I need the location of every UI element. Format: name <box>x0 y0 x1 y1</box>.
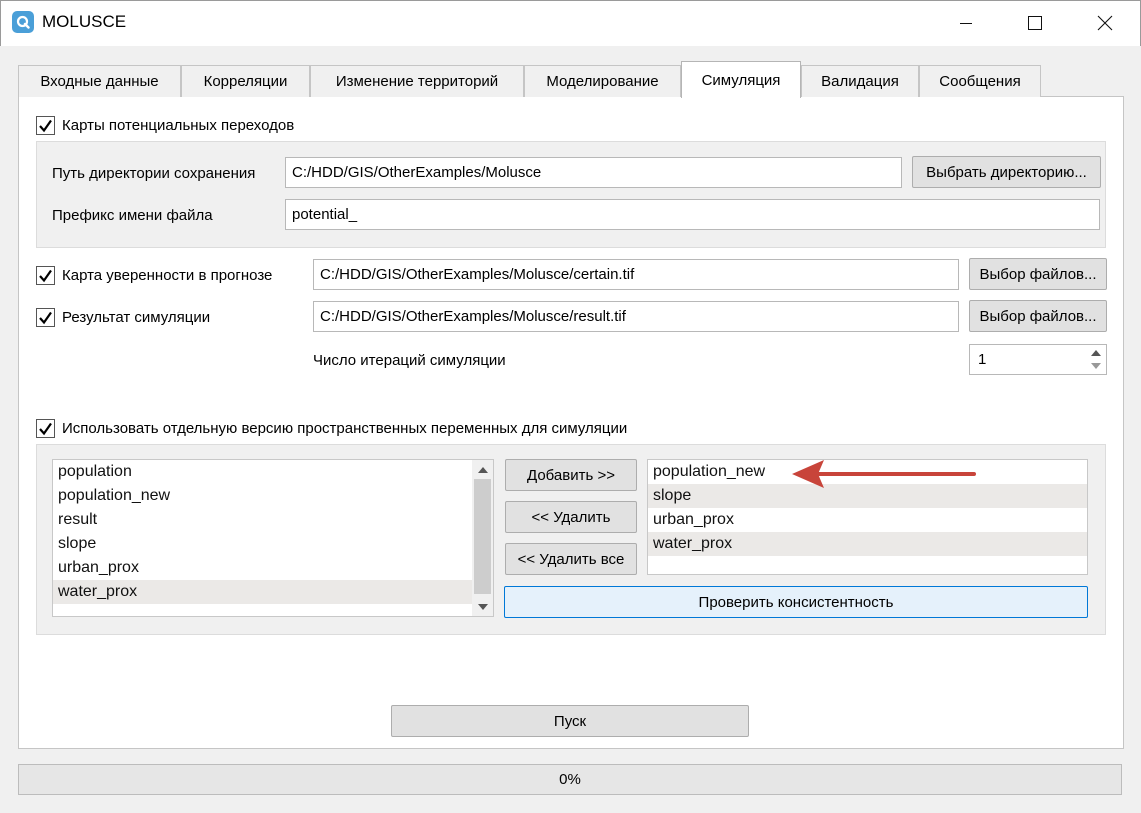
progress-text: 0% <box>559 771 581 788</box>
iterations-label: Число итераций симуляции <box>313 352 506 369</box>
spin-down-button[interactable] <box>1087 360 1105 373</box>
available-var-item[interactable]: population_new <box>53 484 493 508</box>
available-var-item[interactable]: slope <box>53 532 493 556</box>
triangle-down-icon <box>477 603 488 610</box>
separate-vars-checkbox[interactable] <box>36 419 55 438</box>
available-var-item[interactable]: population <box>53 460 493 484</box>
triangle-down-icon <box>1091 363 1101 369</box>
certainty-map-checkbox[interactable] <box>36 266 55 285</box>
tab-input-data[interactable]: Входные данные <box>18 65 181 97</box>
scroll-up-button[interactable] <box>472 460 493 478</box>
remove-var-button[interactable]: << Удалить <box>505 501 637 533</box>
result-browse-button[interactable]: Выбор файлов... <box>969 300 1107 332</box>
check-consistency-button[interactable]: Проверить консистентность <box>504 586 1088 618</box>
selected-var-item[interactable]: urban_prox <box>648 508 1087 532</box>
add-var-button[interactable]: Добавить >> <box>505 459 637 491</box>
available-vars-list[interactable]: population population_new result slope urban… <box>52 459 494 617</box>
run-button[interactable]: Пуск <box>391 705 749 737</box>
triangle-up-icon <box>477 466 488 473</box>
available-var-item[interactable]: result <box>53 508 493 532</box>
tab-label: Входные данные <box>40 73 159 90</box>
save-dir-input[interactable]: C:/HDD/GIS/OtherExamples/Molusce <box>285 157 902 188</box>
check-icon <box>39 311 52 325</box>
available-list-scrollbar[interactable] <box>472 460 493 616</box>
close-button[interactable] <box>1082 0 1128 46</box>
selected-var-item[interactable]: water_prox <box>648 532 1087 556</box>
tab-validation[interactable]: Валидация <box>801 65 919 97</box>
result-label: Результат симуляции <box>62 309 211 326</box>
tab-label: Изменение территорий <box>335 73 499 90</box>
check-icon <box>39 422 52 436</box>
maximize-button[interactable] <box>1012 0 1058 46</box>
scroll-thumb[interactable] <box>474 479 491 594</box>
tab-label: Валидация <box>821 73 899 90</box>
tab-messages[interactable]: Сообщения <box>919 65 1041 97</box>
separate-vars-label: Использовать отдельную версию пространст… <box>62 420 628 437</box>
minimize-button[interactable] <box>943 0 989 46</box>
qgis-app-icon <box>12 11 34 33</box>
tab-label: Симуляция <box>701 71 781 89</box>
file-prefix-label: Префикс имени файла <box>52 207 213 224</box>
check-icon <box>39 269 52 283</box>
check-icon <box>39 119 52 133</box>
tab-label: Сообщения <box>939 73 1021 90</box>
spin-up-button[interactable] <box>1087 346 1105 359</box>
window-title: MOLUSCE <box>42 12 127 31</box>
available-var-item[interactable]: urban_prox <box>53 556 493 580</box>
tab-label: Моделирование <box>546 73 659 90</box>
save-dir-label: Путь директории сохранения <box>52 165 256 182</box>
available-var-item[interactable]: water_prox <box>53 580 493 604</box>
potential-maps-label: Карты потенциальных переходов <box>62 117 295 134</box>
maximize-icon <box>1028 16 1042 30</box>
progress-bar: 0% <box>18 764 1122 795</box>
tab-modeling[interactable]: Моделирование <box>524 65 681 97</box>
tab-simulation[interactable]: Симуляция <box>681 61 801 98</box>
certainty-path-input[interactable]: C:/HDD/GIS/OtherExamples/Molusce/certain… <box>313 259 959 290</box>
scroll-down-button[interactable] <box>472 598 493 616</box>
tab-area-changes[interactable]: Изменение территорий <box>310 65 524 97</box>
result-checkbox[interactable] <box>36 308 55 327</box>
choose-dir-button[interactable]: Выбрать директорию... <box>912 156 1101 188</box>
minimize-icon <box>960 23 972 24</box>
certainty-map-label: Карта уверенности в прогнозе <box>62 267 273 284</box>
remove-all-vars-button[interactable]: << Удалить все <box>505 543 637 575</box>
iterations-value: 1 <box>978 351 987 368</box>
tab-label: Корреляции <box>203 73 288 90</box>
potential-maps-checkbox[interactable] <box>36 116 55 135</box>
file-prefix-input[interactable]: potential_ <box>285 199 1100 230</box>
certainty-browse-button[interactable]: Выбор файлов... <box>969 258 1107 290</box>
triangle-up-icon <box>1091 350 1101 356</box>
result-path-input[interactable]: C:/HDD/GIS/OtherExamples/Molusce/result.… <box>313 301 959 332</box>
tab-correlations[interactable]: Корреляции <box>181 65 310 97</box>
close-icon <box>1097 15 1113 31</box>
annotation-arrow <box>792 460 976 488</box>
